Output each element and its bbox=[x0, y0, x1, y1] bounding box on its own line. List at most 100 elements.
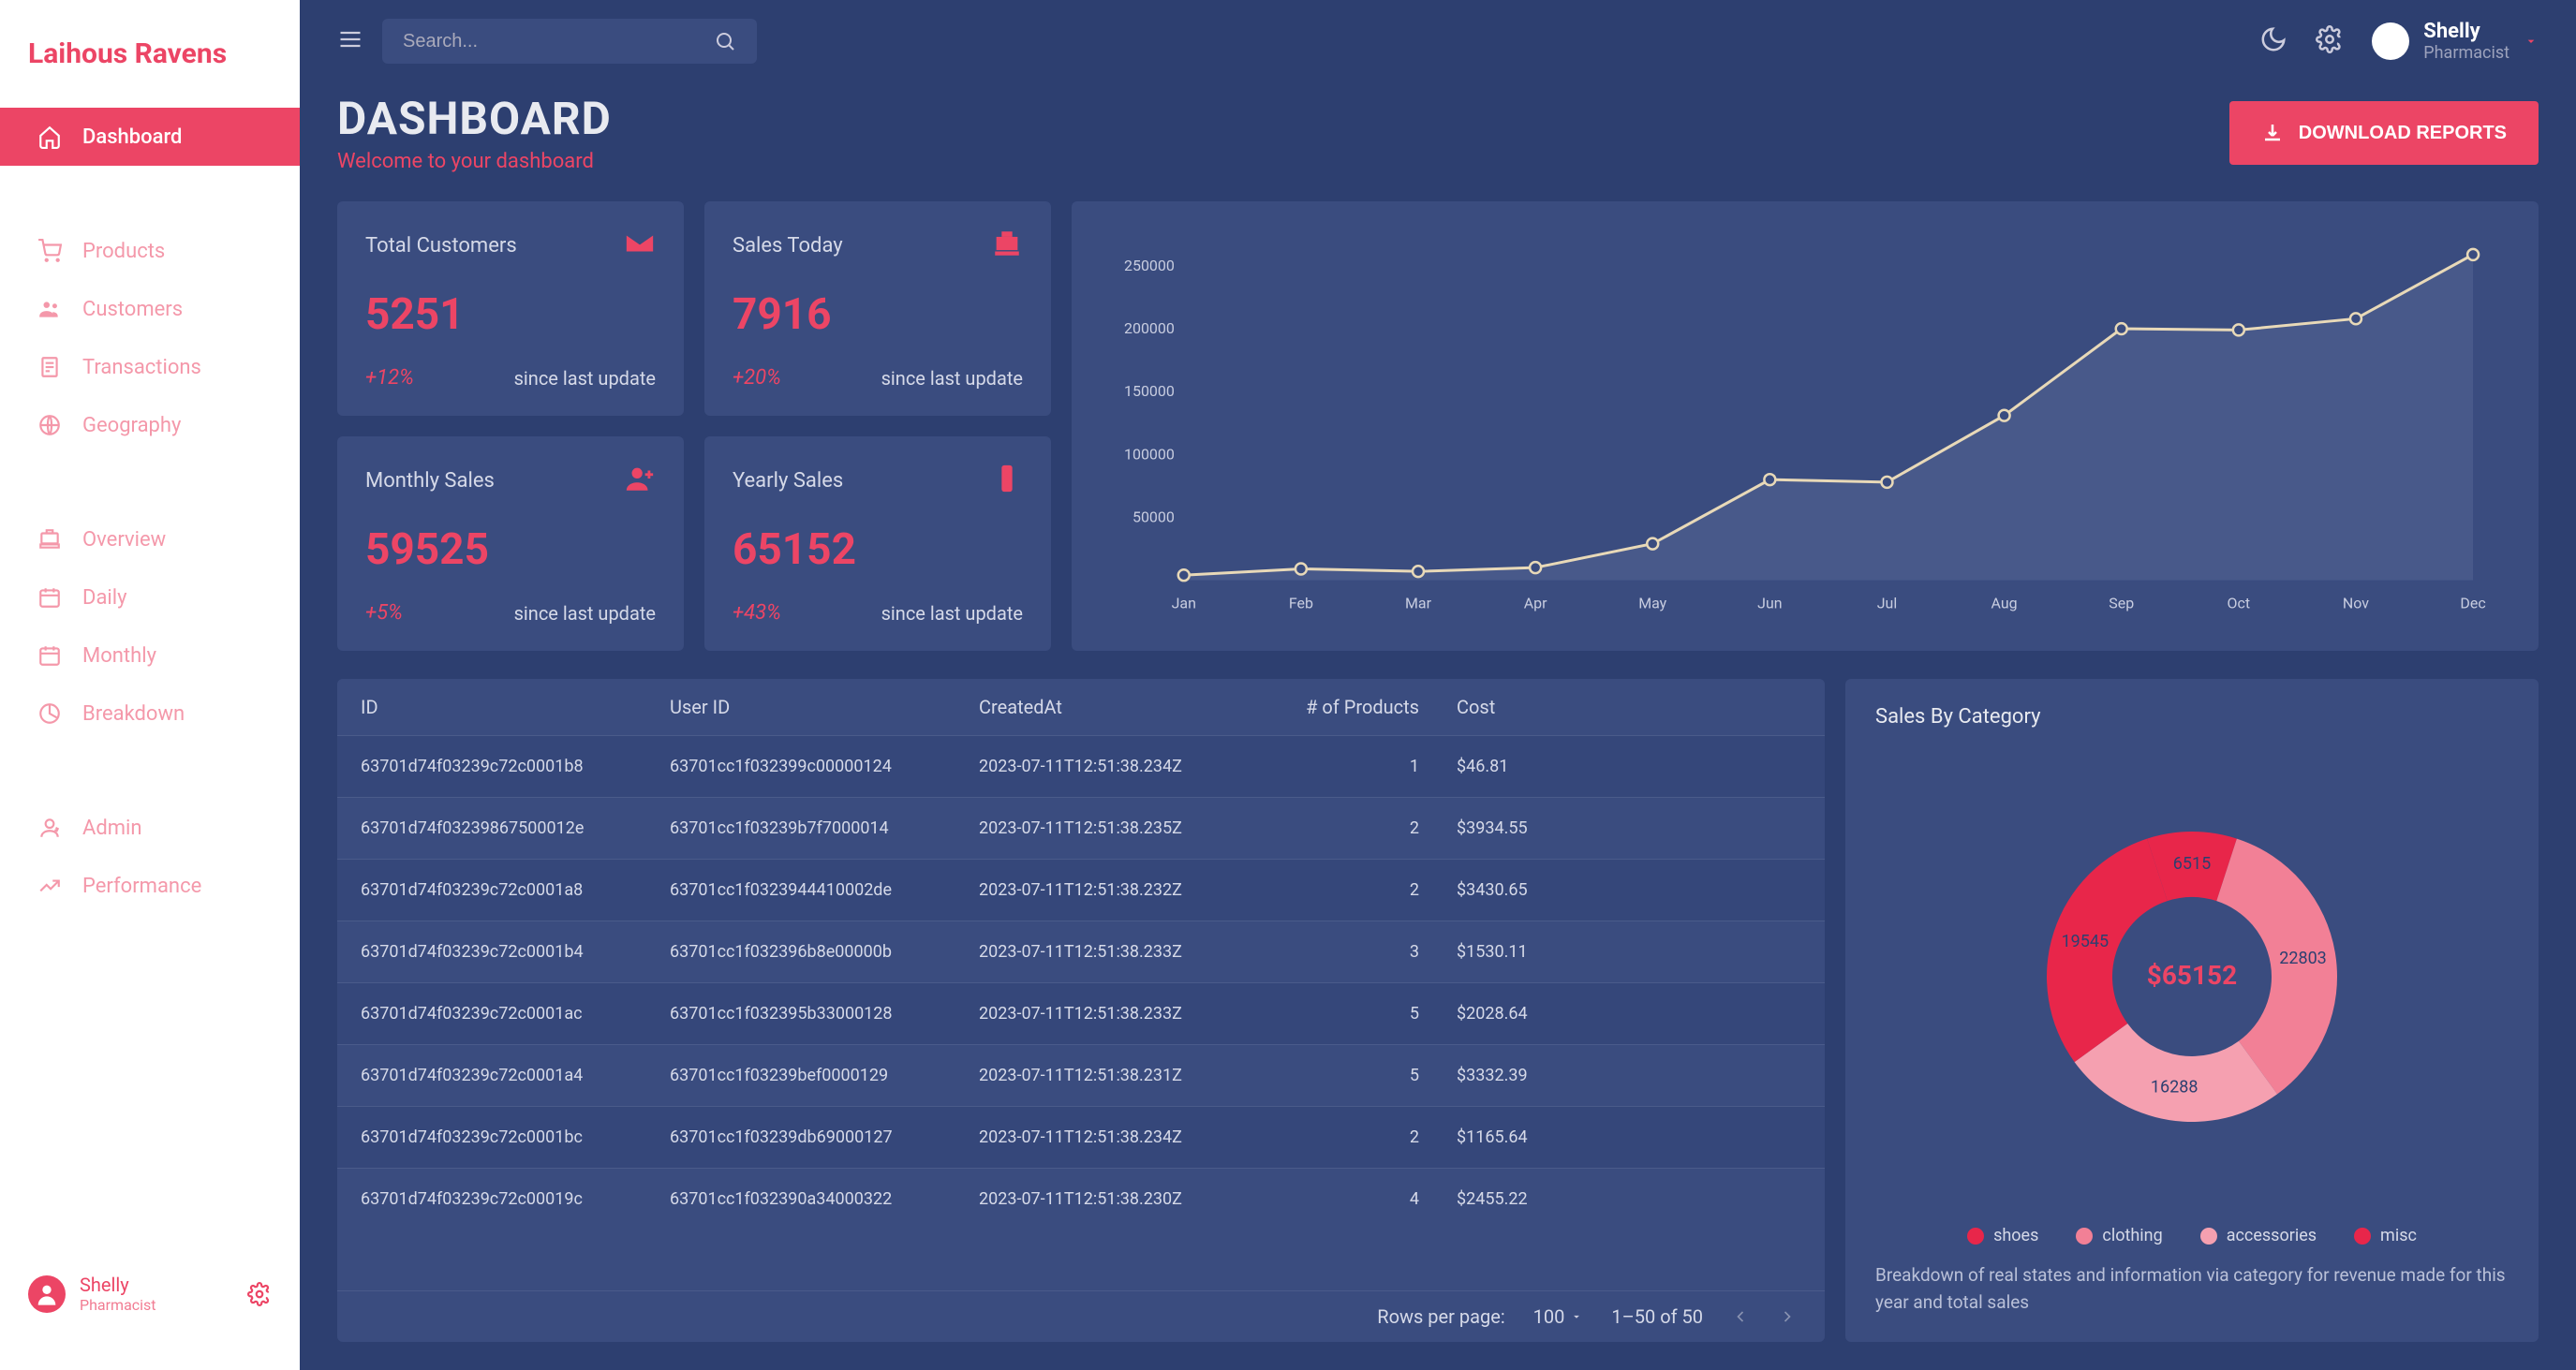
table-row[interactable]: 63701d74f03239c72c0001b863701cc1f032399c… bbox=[337, 735, 1825, 797]
sidebar-item-daily[interactable]: Daily bbox=[0, 568, 300, 626]
download-icon bbox=[2261, 122, 2284, 144]
search-box[interactable] bbox=[382, 19, 757, 64]
sidebar-item-label: Overview bbox=[82, 528, 166, 552]
traffic-icon bbox=[991, 463, 1023, 498]
next-page-button[interactable] bbox=[1778, 1307, 1797, 1326]
sidebar-item-label: Geography bbox=[82, 414, 181, 437]
sidebar-item-label: Products bbox=[82, 240, 165, 263]
th-numproducts[interactable]: # of Products bbox=[1288, 696, 1457, 718]
theme-toggle-button[interactable] bbox=[2259, 25, 2287, 57]
user-menu-button[interactable]: Shelly Pharmacist bbox=[2372, 20, 2539, 63]
person-add-icon bbox=[624, 463, 656, 498]
svg-text:Dec: Dec bbox=[2460, 594, 2485, 611]
th-createdat[interactable]: CreatedAt bbox=[979, 696, 1288, 718]
table-row[interactable]: 63701d74f03239c72c0001bc63701cc1f03239db… bbox=[337, 1106, 1825, 1168]
piechart-icon bbox=[37, 701, 62, 726]
svg-text:16288: 16288 bbox=[2151, 1077, 2198, 1097]
svg-text:Feb: Feb bbox=[1289, 594, 1313, 611]
svg-text:6515: 6515 bbox=[2173, 854, 2211, 874]
cart-icon bbox=[37, 239, 62, 263]
mail-icon bbox=[624, 228, 656, 263]
stat-yearly-sales: Yearly Sales 65152 +43% since last updat… bbox=[704, 436, 1051, 651]
hamburger-icon bbox=[337, 26, 363, 52]
stat-pct: +5% bbox=[365, 601, 403, 625]
svg-text:150000: 150000 bbox=[1124, 382, 1175, 400]
table-row[interactable]: 63701d74f03239c72c0001ac63701cc1f032395b… bbox=[337, 982, 1825, 1044]
calendar-month-icon bbox=[37, 643, 62, 668]
table-row[interactable]: 63701d74f03239c72c0001a463701cc1f03239be… bbox=[337, 1044, 1825, 1106]
topbar: Shelly Pharmacist bbox=[300, 0, 2576, 82]
sidebar-item-customers[interactable]: Customers bbox=[0, 280, 300, 338]
sidebar-item-label: Admin bbox=[82, 817, 142, 840]
stat-title: Monthly Sales bbox=[365, 469, 495, 493]
page-title: DASHBOARD bbox=[337, 92, 612, 145]
prev-page-button[interactable] bbox=[1731, 1307, 1750, 1326]
sidebar-item-label: Monthly bbox=[82, 644, 156, 668]
th-userid[interactable]: User ID bbox=[670, 696, 979, 718]
sidebar-item-transactions[interactable]: Transactions bbox=[0, 338, 300, 396]
th-id[interactable]: ID bbox=[361, 696, 670, 718]
legend-item[interactable]: shoes bbox=[1967, 1226, 2038, 1245]
sales-by-category: Sales By Category 6515228031628819545$65… bbox=[1845, 679, 2539, 1342]
table-row[interactable]: 63701d74f03239c72c0001a863701cc1f0323944… bbox=[337, 859, 1825, 921]
donut-description: Breakdown of real states and information… bbox=[1875, 1262, 2509, 1316]
sidebar-item-geography[interactable]: Geography bbox=[0, 396, 300, 454]
donut-title: Sales By Category bbox=[1875, 705, 2509, 729]
th-cost[interactable]: Cost bbox=[1457, 696, 1801, 718]
brand-logo: Laihous Ravens bbox=[0, 0, 300, 108]
table-row[interactable]: 63701d74f03239c72c0001b463701cc1f032396b… bbox=[337, 921, 1825, 982]
download-reports-button[interactable]: DOWNLOAD REPORTS bbox=[2229, 101, 2539, 165]
svg-text:100000: 100000 bbox=[1124, 445, 1175, 463]
stat-value: 59525 bbox=[365, 524, 656, 575]
register-icon bbox=[991, 228, 1023, 263]
table-header: ID User ID CreatedAt # of Products Cost bbox=[337, 679, 1825, 735]
table-row[interactable]: 63701d74f03239c72c00019c63701cc1f032390a… bbox=[337, 1168, 1825, 1230]
line-chart-svg: 50000100000150000200000250000JanFebMarAp… bbox=[1100, 229, 2501, 632]
sidebar-item-dashboard[interactable]: Dashboard bbox=[0, 108, 300, 166]
settings-button[interactable] bbox=[2316, 25, 2344, 57]
gear-icon[interactable] bbox=[247, 1282, 272, 1306]
sidebar-item-performance[interactable]: Performance bbox=[0, 857, 300, 915]
line-chart: 50000100000150000200000250000JanFebMarAp… bbox=[1072, 201, 2539, 651]
search-input[interactable] bbox=[403, 31, 714, 52]
stat-since: since last update bbox=[514, 367, 656, 390]
sidebar-item-label: Dashboard bbox=[82, 125, 182, 149]
stat-value: 5251 bbox=[365, 289, 656, 340]
legend-item[interactable]: clothing bbox=[2076, 1226, 2162, 1245]
chevron-down-icon bbox=[1570, 1310, 1583, 1323]
svg-text:Nov: Nov bbox=[2343, 594, 2369, 611]
sidebar-item-monthly[interactable]: Monthly bbox=[0, 626, 300, 685]
svg-text:Aug: Aug bbox=[1991, 594, 2018, 611]
search-icon[interactable] bbox=[714, 30, 736, 52]
sidebar-item-label: Transactions bbox=[82, 356, 201, 379]
sidebar: Laihous Ravens Dashboard Products Custom… bbox=[0, 0, 300, 1370]
trending-icon bbox=[37, 874, 62, 898]
rows-per-page-select[interactable]: 100 bbox=[1533, 1305, 1584, 1328]
home-icon bbox=[37, 125, 62, 149]
sidebar-item-breakdown[interactable]: Breakdown bbox=[0, 685, 300, 743]
sidebar-item-label: Performance bbox=[82, 875, 201, 898]
stat-title: Yearly Sales bbox=[733, 469, 843, 493]
sidebar-item-products[interactable]: Products bbox=[0, 222, 300, 280]
avatar bbox=[2372, 22, 2409, 60]
stat-since: since last update bbox=[881, 602, 1023, 625]
stat-title: Total Customers bbox=[365, 234, 517, 258]
svg-text:May: May bbox=[1638, 594, 1666, 611]
topbar-user-name: Shelly bbox=[2423, 20, 2509, 43]
globe-icon bbox=[37, 413, 62, 437]
sidebar-item-overview[interactable]: Overview bbox=[0, 510, 300, 568]
pagination-range: 1–50 of 50 bbox=[1611, 1305, 1703, 1328]
stat-pct: +12% bbox=[365, 366, 414, 390]
receipt-icon bbox=[37, 355, 62, 379]
stat-since: since last update bbox=[514, 602, 656, 625]
svg-text:Oct: Oct bbox=[2228, 594, 2251, 611]
legend-item[interactable]: accessories bbox=[2200, 1226, 2317, 1245]
menu-toggle-button[interactable] bbox=[337, 26, 363, 56]
svg-text:200000: 200000 bbox=[1124, 319, 1175, 337]
sidebar-item-label: Customers bbox=[82, 298, 183, 321]
svg-text:Apr: Apr bbox=[1524, 594, 1547, 611]
svg-text:Jun: Jun bbox=[1757, 594, 1782, 611]
table-row[interactable]: 63701d74f03239867500012e63701cc1f03239b7… bbox=[337, 797, 1825, 859]
legend-item[interactable]: misc bbox=[2354, 1226, 2417, 1245]
sidebar-item-admin[interactable]: Admin bbox=[0, 799, 300, 857]
